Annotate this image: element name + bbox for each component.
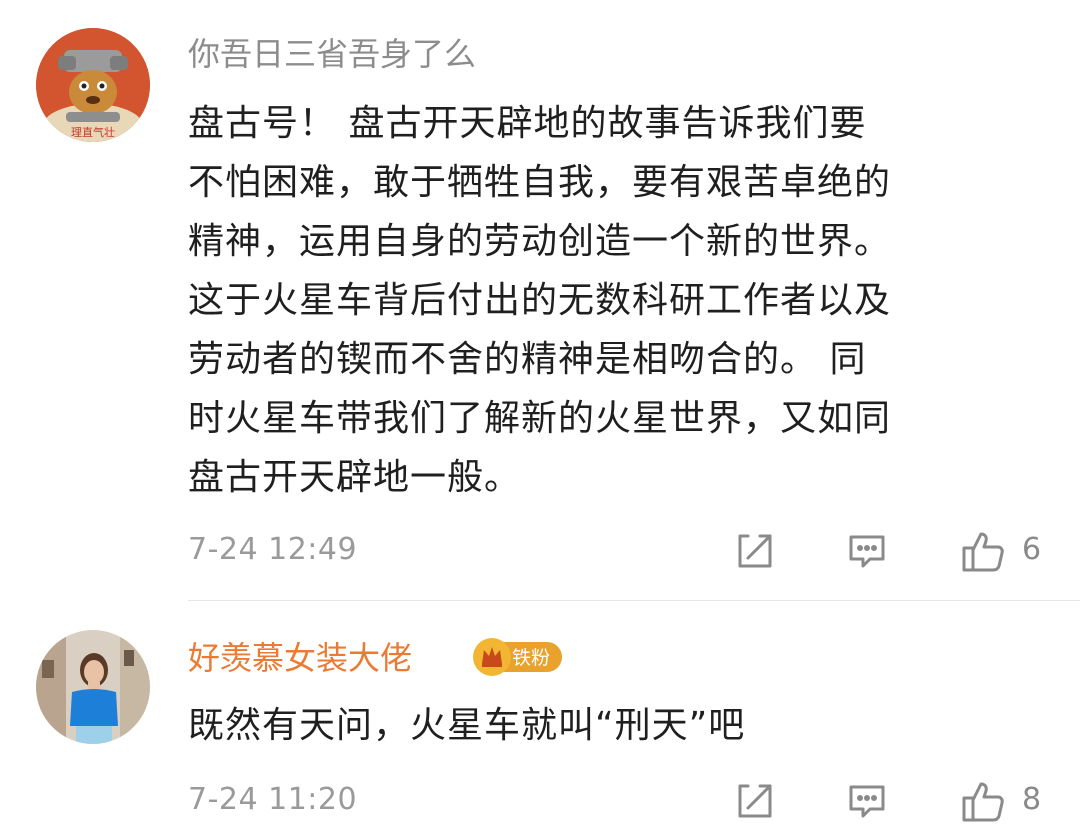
avatar[interactable]: 理直气壮 bbox=[36, 28, 150, 142]
text-line: 这于火星车背后付出的无数科研工作者以及 bbox=[188, 280, 892, 321]
share-icon[interactable] bbox=[734, 530, 776, 572]
comment-actions: 7-24 11:20 8 bbox=[0, 776, 1080, 826]
text-line: 盘古号！ 盘古开天辟地的故事告诉我们要 bbox=[188, 103, 867, 144]
like-count: 6 bbox=[1022, 532, 1042, 567]
reply-icon[interactable] bbox=[846, 530, 888, 572]
thumbs-up-icon[interactable] bbox=[960, 528, 1006, 574]
username[interactable]: 你吾日三省吾身了么 bbox=[188, 34, 476, 74]
comment-text: 既然有天问，火星车就叫“刑天”吧 bbox=[188, 696, 745, 755]
thumbs-up-icon[interactable] bbox=[960, 778, 1006, 824]
text-line: 劳动者的锲而不舍的精神是相吻合的。 同 bbox=[188, 339, 867, 380]
fan-badge[interactable]: 铁粉 bbox=[472, 636, 564, 676]
reply-icon[interactable] bbox=[846, 780, 888, 822]
avatar-caption: 理直气壮 bbox=[71, 125, 115, 139]
text-line: 既然有天问，火星车就叫“刑天”吧 bbox=[188, 705, 746, 746]
text-line: 盘古开天辟地一般。 bbox=[188, 457, 522, 498]
comment-text: 盘古号！ 盘古开天辟地的故事告诉我们要 不怕困难，敢于牺牲自我，要有艰苦卓绝的 … bbox=[188, 94, 891, 507]
comment-item: 好羡慕女装大佬 铁粉 既然有天问，火星车就叫“刑天”吧 7-24 11:20 8 bbox=[0, 600, 1080, 836]
text-line: 精神，运用自身的劳动创造一个新的世界。 bbox=[188, 221, 892, 262]
comment-actions: 7-24 12:49 6 bbox=[0, 526, 1080, 576]
avatar[interactable] bbox=[36, 630, 150, 744]
timestamp: 7-24 12:49 bbox=[188, 532, 358, 567]
username[interactable]: 好羡慕女装大佬 bbox=[188, 638, 412, 678]
like-count: 8 bbox=[1022, 782, 1042, 817]
timestamp: 7-24 11:20 bbox=[188, 782, 358, 817]
text-line: 不怕困难，敢于牺牲自我，要有艰苦卓绝的 bbox=[188, 162, 892, 203]
badge-label: 铁粉 bbox=[512, 647, 551, 669]
share-icon[interactable] bbox=[734, 780, 776, 822]
text-line: 时火星车带我们了解新的火星世界，又如同 bbox=[188, 398, 892, 439]
comment-item: 理直气壮 你吾日三省吾身了么 盘古号！ 盘古开天辟地的故事告诉我们要 不怕困难，… bbox=[0, 0, 1080, 600]
